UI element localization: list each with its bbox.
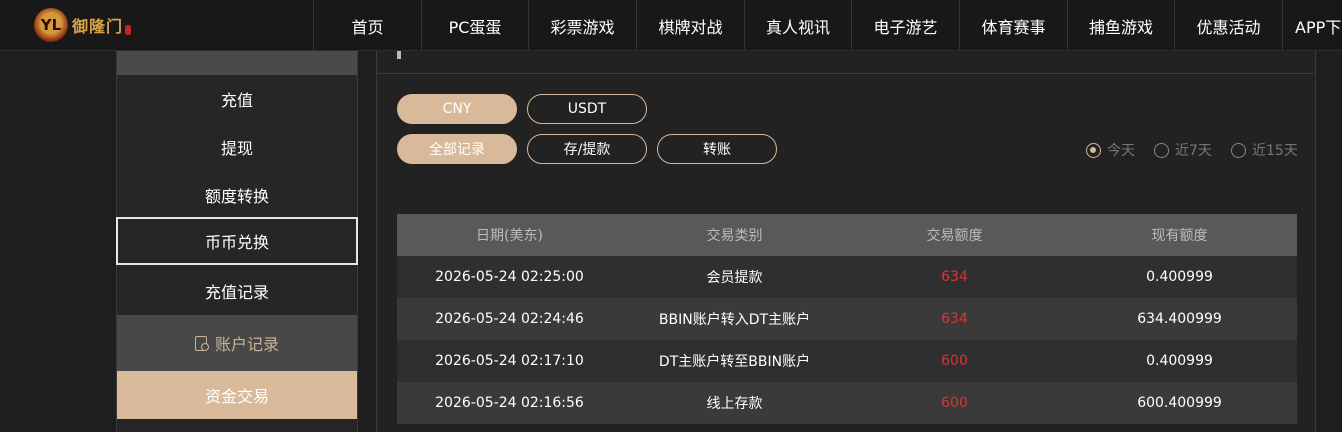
sidebar-item-coin-exchange[interactable]: 币币兑换 <box>116 217 358 265</box>
sidebar-item-deposit[interactable]: 充值 <box>117 75 357 123</box>
nav-item-promotions[interactable]: 优惠活动 <box>1174 0 1282 51</box>
header-accent-bar <box>397 51 401 59</box>
header-amount: 交易额度 <box>926 228 983 244</box>
cell-date: 2026-05-24 02:17:10 <box>435 353 584 369</box>
cell-amount: 600 <box>941 353 968 369</box>
cell-date: 2026-05-24 02:16:56 <box>435 395 584 411</box>
date-filter-label: 近15天 <box>1252 143 1298 159</box>
sidebar-item-deposit-records[interactable]: 充值记录 <box>117 267 357 315</box>
radio-checked-icon <box>1086 142 1101 158</box>
cell-balance: 634.400999 <box>1137 311 1222 327</box>
cell-date: 2026-05-24 02:24:46 <box>435 311 584 327</box>
cell-type: BBIN账户转入DT主账户 <box>658 312 811 328</box>
transactions-table: 日期(美东) 交易类别 交易额度 现有额度 2026-05-24 02:25:0… <box>397 214 1297 424</box>
nav-item-home[interactable]: 首页 <box>313 0 421 51</box>
table-header: 日期(美东) 交易类别 交易额度 现有额度 <box>397 214 1297 256</box>
cell-type: DT主账户转至BBIN账户 <box>658 354 811 370</box>
nav-item-fishing[interactable]: 捕鱼游戏 <box>1067 0 1174 51</box>
date-filter-label: 近7天 <box>1175 143 1212 159</box>
nav-item-lottery[interactable]: 彩票游戏 <box>528 0 636 51</box>
cell-type: 会员提款 <box>706 270 763 286</box>
currency-tab-cny[interactable]: CNY <box>397 94 517 124</box>
radio-unchecked-icon <box>1154 142 1169 158</box>
account-sidebar: 充值 提现 额度转换 币币兑换 充值记录 账户记录 资金交易 <box>116 51 358 432</box>
cell-type: 线上存款 <box>706 396 763 412</box>
cell-balance: 600.400999 <box>1137 395 1222 411</box>
main-panel: CNY USDT 全部记录 存/提款 转账 今天 近7天 近15天 日期(美东)… <box>376 51 1316 432</box>
radio-unchecked-icon <box>1231 142 1246 158</box>
record-tab-all[interactable]: 全部记录 <box>397 134 517 164</box>
header-type: 交易类别 <box>706 228 763 244</box>
header-date: 日期(美东) <box>476 228 543 244</box>
header-balance: 现有额度 <box>1151 228 1208 244</box>
nav-item-app[interactable]: APP下载 <box>1282 0 1342 51</box>
site-logo[interactable]: YL 御隆门 <box>34 4 144 46</box>
nav-item-card-games[interactable]: 棋牌对战 <box>636 0 744 51</box>
date-filter-today[interactable]: 今天 <box>1086 140 1135 160</box>
record-tab-deposit-withdraw[interactable]: 存/提款 <box>527 134 647 164</box>
date-filter-label: 今天 <box>1107 143 1135 159</box>
sidebar-item-transfer[interactable]: 额度转换 <box>117 171 357 219</box>
sidebar-item-withdraw[interactable]: 提现 <box>117 123 357 171</box>
cell-date: 2026-05-24 02:25:00 <box>435 269 584 285</box>
nav-item-sports[interactable]: 体育赛事 <box>959 0 1067 51</box>
logo-mark-icon: YL <box>34 8 68 42</box>
logo-dot-icon <box>125 25 132 35</box>
main-nav: 首页 PC蛋蛋 彩票游戏 棋牌对战 真人视讯 电子游艺 体育赛事 捕鱼游戏 优惠… <box>313 0 1342 51</box>
cell-amount: 600 <box>941 395 968 411</box>
nav-item-slots[interactable]: 电子游艺 <box>851 0 959 51</box>
sidebar-group-label: 账户记录 <box>214 335 279 354</box>
top-nav-bar: YL 御隆门 首页 PC蛋蛋 彩票游戏 棋牌对战 真人视讯 电子游艺 体育赛事 … <box>0 0 1342 51</box>
record-tab-transfer[interactable]: 转账 <box>657 134 777 164</box>
table-row: 2026-05-24 02:17:10 DT主账户转至BBIN账户 600 0.… <box>397 340 1297 382</box>
nav-item-pc-dandan[interactable]: PC蛋蛋 <box>421 0 528 51</box>
nav-item-live-casino[interactable]: 真人视讯 <box>744 0 851 51</box>
currency-tab-usdt[interactable]: USDT <box>527 94 647 124</box>
sidebar-group-account-records[interactable]: 账户记录 <box>117 315 357 371</box>
cell-amount: 634 <box>941 311 968 327</box>
date-filter-7-days[interactable]: 近7天 <box>1154 140 1212 160</box>
logo-text: 御隆门 <box>72 17 124 36</box>
cell-amount: 634 <box>941 269 968 285</box>
date-filter-15-days[interactable]: 近15天 <box>1231 140 1298 160</box>
table-row: 2026-05-24 02:25:00 会员提款 634 0.400999 <box>397 256 1297 298</box>
cell-balance: 0.400999 <box>1146 269 1213 285</box>
sidebar-header <box>117 51 357 75</box>
panel-header <box>377 51 1315 74</box>
table-row: 2026-05-24 02:16:56 线上存款 600 600.400999 <box>397 382 1297 424</box>
sidebar-item-fund-transactions[interactable]: 资金交易 <box>117 371 357 419</box>
cell-balance: 0.400999 <box>1146 353 1213 369</box>
table-row: 2026-05-24 02:24:46 BBIN账户转入DT主账户 634 63… <box>397 298 1297 340</box>
document-icon <box>194 335 209 351</box>
